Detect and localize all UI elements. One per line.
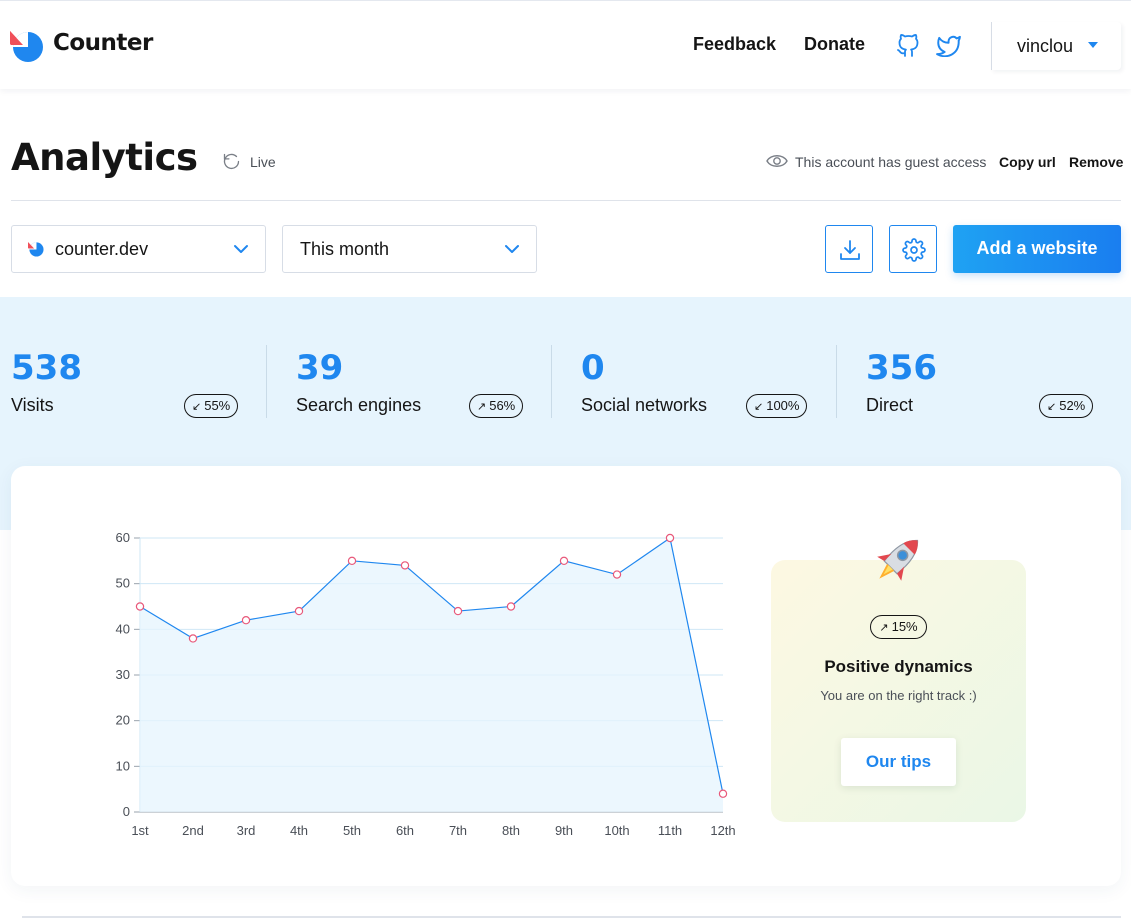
stat-label: Direct <box>866 395 914 415</box>
x-tick-label: 7th <box>449 823 467 838</box>
stat-label: Visits <box>11 395 54 415</box>
data-point <box>506 602 516 611</box>
brand-name[interactable]: Counter <box>53 30 153 56</box>
counter-logo-icon[interactable] <box>10 29 44 63</box>
data-point <box>665 533 675 543</box>
dynamics-title: Positive dynamics <box>824 657 973 676</box>
stat-value: 538 <box>11 348 82 388</box>
stat-value: 39 <box>296 348 344 388</box>
y-tick-label: 60 <box>116 530 130 545</box>
stat-divider <box>551 345 552 418</box>
stat-direct: 356 Direct ↙ 52% <box>866 345 1131 419</box>
donate-link[interactable]: Donate <box>804 34 865 55</box>
data-point <box>188 634 198 643</box>
trend-badge: ↙ 52% <box>1039 394 1094 418</box>
remove-link[interactable]: Remove <box>1069 154 1123 170</box>
download-button[interactable] <box>825 225 873 273</box>
period-select-value: This month <box>300 239 390 259</box>
data-point <box>612 570 622 579</box>
arrow-up-right-icon: ↗ <box>879 622 889 634</box>
trend-badge: ↗ 56% <box>469 394 524 418</box>
download-icon <box>840 240 860 260</box>
dynamics-subtitle: You are on the right track :) <box>820 688 977 703</box>
visits-line-chart: 0 10 20 30 40 50 60 1st 2nd 3rd 4th 5th 6th 7th 8th 9th… <box>116 530 736 838</box>
footer-divider <box>22 916 1121 918</box>
x-tick-label: 9th <box>555 823 573 838</box>
website-select-value: counter.dev <box>55 239 149 259</box>
stat-value: 356 <box>866 348 937 388</box>
data-point <box>294 606 304 616</box>
y-tick-label: 20 <box>116 713 130 728</box>
dynamics-badge: ↗ 15% <box>870 615 927 639</box>
series-area <box>140 538 723 812</box>
counter-favicon-icon <box>28 241 44 257</box>
settings-button[interactable] <box>889 225 937 273</box>
eye-icon <box>766 155 788 167</box>
stat-divider <box>266 345 267 418</box>
user-name: vinclou <box>1017 36 1074 56</box>
twitter-icon[interactable] <box>935 35 961 57</box>
data-point <box>241 615 251 625</box>
rocket-icon <box>877 539 919 581</box>
guest-access-text: This account has guest access <box>795 154 987 170</box>
x-tick-label: 6th <box>396 823 414 838</box>
feedback-link[interactable]: Feedback <box>693 34 776 55</box>
chevron-down-icon <box>234 245 248 253</box>
arrow-down-left-icon: ↙ <box>1047 401 1057 413</box>
live-label[interactable]: Live <box>250 154 276 170</box>
caret-down-icon <box>1088 42 1098 48</box>
stat-value: 0 <box>581 348 605 388</box>
stat-search-engines: 39 Search engines ↗ 56% <box>296 345 566 419</box>
y-tick-label: 50 <box>116 576 130 591</box>
y-tick-label: 30 <box>116 667 130 682</box>
x-tick-label: 1st <box>131 823 149 838</box>
x-tick-label: 2nd <box>182 823 204 838</box>
top-bar: Counter Feedback Donate vinclou <box>0 0 1131 89</box>
data-point <box>347 556 357 566</box>
arrow-down-left-icon: ↙ <box>754 401 764 413</box>
divider <box>11 200 1121 201</box>
y-tick-label: 40 <box>116 621 130 636</box>
data-point <box>718 789 728 798</box>
x-tick-label: 10th <box>604 823 629 838</box>
gear-icon <box>902 238 926 262</box>
add-website-label: Add a website <box>976 238 1098 258</box>
stat-divider <box>836 345 837 418</box>
trend-badge: ↙ 55% <box>184 394 239 418</box>
arrow-down-left-icon: ↙ <box>192 401 202 413</box>
website-select[interactable]: counter.dev <box>11 225 266 273</box>
data-point <box>453 606 463 616</box>
stat-visits: 538 Visits ↙ 55% <box>11 345 281 419</box>
trend-badge: ↙ 100% <box>746 394 808 418</box>
stat-social-networks: 0 Social networks ↙ 100% <box>581 345 851 419</box>
y-tick-label: 10 <box>116 758 130 773</box>
x-tick-label: 3rd <box>237 823 256 838</box>
our-tips-button[interactable]: Our tips <box>841 738 956 786</box>
stat-label: Social networks <box>581 395 708 415</box>
x-tick-label: 11th <box>658 823 682 838</box>
y-tick-label: 0 <box>123 804 130 819</box>
data-point <box>559 556 569 566</box>
add-website-button[interactable]: Add a website <box>953 225 1121 273</box>
page-title: Analytics <box>11 136 198 179</box>
x-tick-label: 12th <box>710 823 735 838</box>
data-point <box>135 602 145 611</box>
x-tick-label: 5th <box>343 823 361 838</box>
data-point <box>400 561 410 570</box>
copy-url-link[interactable]: Copy url <box>999 154 1056 170</box>
refresh-icon[interactable] <box>221 151 242 172</box>
x-tick-label: 4th <box>290 823 308 838</box>
github-icon[interactable] <box>896 34 920 58</box>
arrow-up-right-icon: ↗ <box>477 401 487 413</box>
our-tips-label: Our tips <box>865 752 932 771</box>
user-menu[interactable]: vinclou <box>991 22 1121 70</box>
x-tick-label: 8th <box>502 823 520 838</box>
chevron-down-icon <box>505 245 519 253</box>
period-select[interactable]: This month <box>282 225 537 273</box>
stat-label: Search engines <box>296 395 422 415</box>
